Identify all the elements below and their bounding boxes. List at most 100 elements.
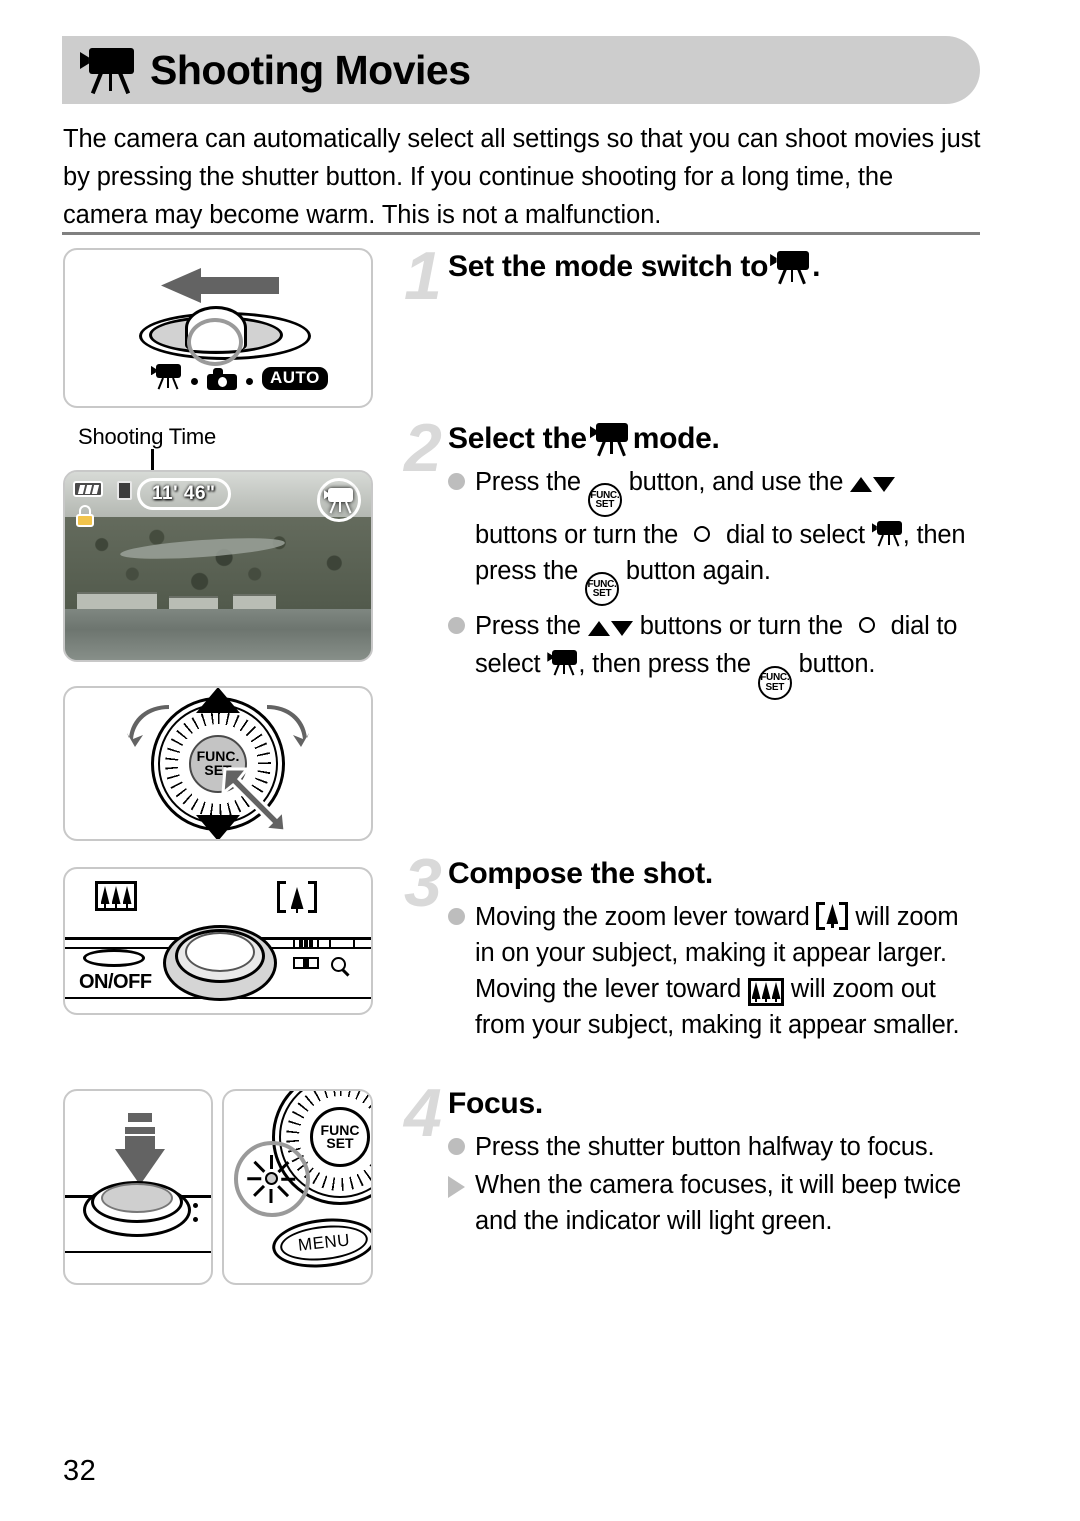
scene-water xyxy=(65,609,371,660)
index-view-icon xyxy=(329,937,355,949)
control-dial-icon xyxy=(685,517,719,551)
step-1-heading-pre: Set the mode switch to xyxy=(448,250,769,283)
telephoto-icon xyxy=(277,881,317,913)
step-2-number: 2 xyxy=(404,410,442,486)
mode-marker-dot xyxy=(191,378,198,385)
text-fragment: Moving the zoom lever toward xyxy=(475,903,817,931)
text-fragment: , then press the xyxy=(578,650,758,679)
up-down-buttons-icon xyxy=(587,610,633,646)
shutter-button[interactable] xyxy=(101,1183,173,1213)
section-divider xyxy=(62,232,980,235)
lock-icon xyxy=(75,505,95,527)
auto-mode-badge: AUTO xyxy=(262,367,328,390)
func-set-icon: FUNC. SET xyxy=(587,483,622,518)
bullet-text: Press the buttons or turn the dial to se… xyxy=(475,608,984,700)
bullet-triangle-icon xyxy=(448,1176,465,1198)
step-3-number: 3 xyxy=(404,845,442,921)
step-4-heading: Focus. xyxy=(448,1085,984,1123)
scene-building xyxy=(77,592,157,610)
func-set-label-line2: SET xyxy=(326,1135,354,1151)
step-2: 2 Select the mode. Press the FUNC. SET bu… xyxy=(404,414,984,702)
control-dial-illustration: FUNC. SET xyxy=(63,686,373,841)
rotate-right-arrow-icon xyxy=(265,703,311,747)
telephoto-mini-icon xyxy=(293,957,319,969)
zoom-lever-illustration: ON/OFF xyxy=(63,867,373,1015)
step-3-bullets: Moving the zoom lever toward will zoom i… xyxy=(448,899,984,1043)
lcd-screen-illustration: 11' 46" xyxy=(63,470,373,662)
left-arrow-icon xyxy=(161,268,279,303)
indicator-ray xyxy=(270,1189,273,1203)
text-fragment: button again. xyxy=(618,557,771,586)
step-4: 4 Focus. Press the shutter button halfwa… xyxy=(404,1079,984,1241)
page-number: 32 xyxy=(63,1455,97,1487)
text-fragment: button. xyxy=(791,650,876,679)
step-2-bullets: Press the FUNC. SET button, and use the b… xyxy=(448,464,984,700)
text-fragment: button, and use the xyxy=(621,468,851,496)
memory-card-icon xyxy=(117,481,132,500)
text-fragment: buttons or turn the xyxy=(475,521,686,550)
list-item: When the camera focuses, it will beep tw… xyxy=(448,1167,984,1239)
func-set-icon: FUNC. SET xyxy=(757,665,792,700)
menu-button-label: MENU xyxy=(297,1230,351,1255)
wide-angle-icon xyxy=(95,881,137,911)
up-button-icon[interactable] xyxy=(196,688,240,713)
shutter-button-illustration xyxy=(63,1089,213,1285)
step-3: 3 Compose the shot. Moving the zoom leve… xyxy=(404,849,984,1045)
step-2-heading-post: mode. xyxy=(632,422,720,455)
text-fragment: Press the xyxy=(475,468,588,496)
mode-marker-dot xyxy=(246,378,253,385)
movie-mode-icon xyxy=(547,648,578,676)
list-item: Press the buttons or turn the dial to se… xyxy=(448,608,984,700)
menu-button[interactable]: MENU xyxy=(269,1213,371,1273)
list-item: Press the FUNC. SET button, and use the b… xyxy=(448,464,984,607)
bullet-dot-icon xyxy=(448,473,465,490)
menu-and-indicator-illustration: FUNC SET MENU xyxy=(222,1089,373,1285)
list-item: Moving the zoom lever toward will zoom i… xyxy=(448,899,984,1043)
indicator-ray xyxy=(281,1177,296,1181)
body-dot xyxy=(193,1203,198,1208)
movie-mode-icon xyxy=(151,362,182,390)
indicator-lamp-icon xyxy=(265,1172,278,1185)
magnify-icon xyxy=(331,957,346,972)
camera-body-line xyxy=(65,1251,211,1253)
rotate-left-arrow-icon xyxy=(125,703,171,747)
still-camera-icon xyxy=(207,368,237,390)
step-2-heading: Select the mode. xyxy=(448,420,984,458)
text-fragment: Press the xyxy=(475,612,588,641)
press-halfway-arrow-icon xyxy=(115,1111,165,1187)
power-button[interactable] xyxy=(83,949,145,967)
mode-switch-labels: AUTO xyxy=(151,362,328,390)
step-4-bullets: Press the shutter button halfway to focu… xyxy=(448,1129,984,1239)
indicator-ray xyxy=(270,1155,273,1169)
wide-angle-icon xyxy=(748,978,784,1006)
step-1-number: 1 xyxy=(404,238,442,314)
text-fragment: dial to select xyxy=(719,521,872,550)
shutter-button-top[interactable] xyxy=(185,932,255,972)
text-fragment: buttons or turn the xyxy=(632,612,850,641)
bullet-dot-icon xyxy=(448,617,465,635)
scene-building xyxy=(233,594,277,610)
telephoto-icon xyxy=(816,902,849,930)
bullet-dot-icon xyxy=(448,908,465,925)
lcd-movie-mode-indicator xyxy=(317,478,361,522)
page-title: Shooting Movies xyxy=(150,46,471,93)
step-1: 1 Set the mode switch to . xyxy=(404,242,984,310)
step-2-heading-pre: Select the xyxy=(448,422,587,455)
mode-switch-highlight xyxy=(187,318,243,366)
bullet-text: When the camera focuses, it will beep tw… xyxy=(475,1171,962,1235)
bullet-text: Moving the zoom lever toward will zoom i… xyxy=(475,899,984,1043)
step-4-heading-text: Focus. xyxy=(448,1087,543,1120)
power-button-label: ON/OFF xyxy=(79,971,152,993)
bullet-text: Press the shutter button halfway to focu… xyxy=(475,1133,935,1161)
intro-paragraph: The camera can automatically select all … xyxy=(63,125,981,229)
mode-switch-illustration: AUTO xyxy=(63,248,373,408)
press-pointer-icon xyxy=(217,759,289,833)
step-3-heading: Compose the shot. xyxy=(448,855,984,893)
indicator-ray xyxy=(247,1177,262,1181)
bullet-dot-icon xyxy=(448,1138,465,1155)
body-dot xyxy=(193,1217,198,1222)
movie-mode-icon xyxy=(770,249,810,285)
step-1-heading: Set the mode switch to . xyxy=(448,248,984,286)
step-3-heading-text: Compose the shot. xyxy=(448,857,713,890)
func-set-button[interactable]: FUNC SET xyxy=(310,1107,370,1167)
